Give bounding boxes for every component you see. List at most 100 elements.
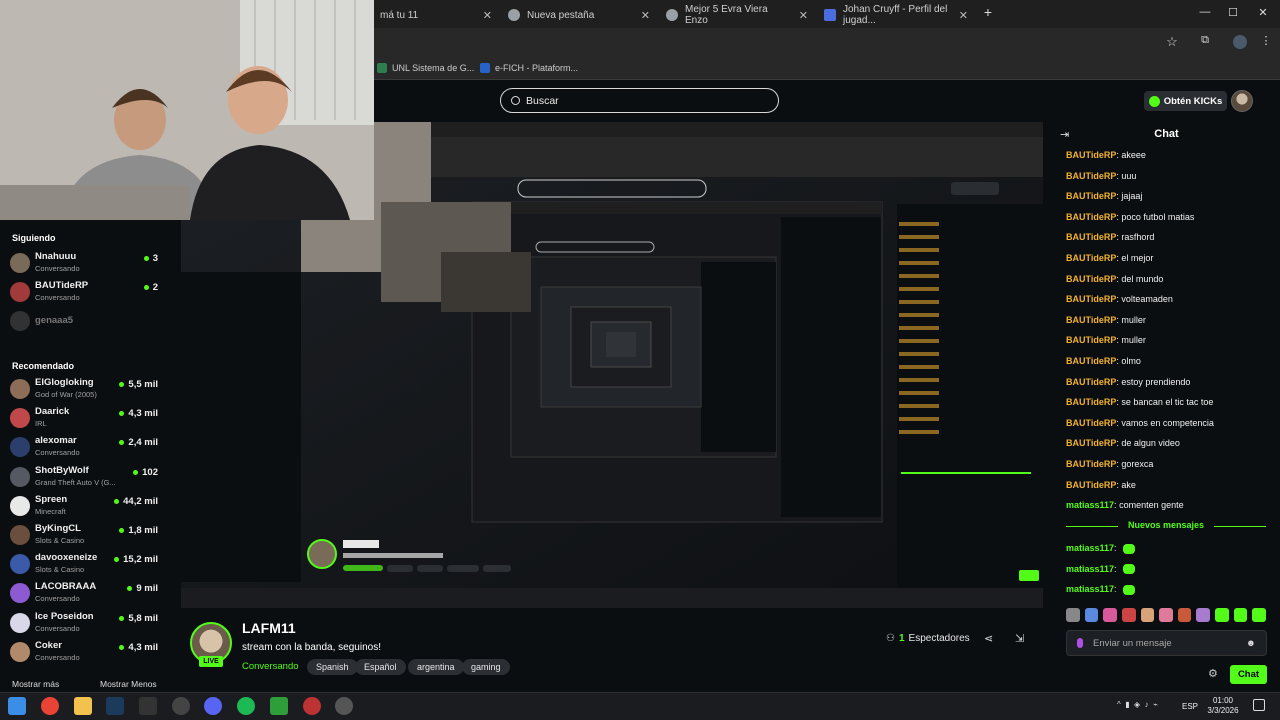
chat-username[interactable]: BAUTideRP bbox=[1066, 335, 1116, 345]
sidebar-channel[interactable]: Coker Conversando 4,3 mil bbox=[10, 639, 162, 667]
plus-icon[interactable]: + bbox=[976, 4, 1000, 20]
discord-icon[interactable] bbox=[204, 697, 222, 715]
minimize-icon[interactable]: — bbox=[1193, 6, 1217, 18]
sidebar-channel[interactable]: Nnahuuu Conversando 3 bbox=[10, 250, 162, 278]
sidebar-channel[interactable]: alexomar Conversando 2,4 mil bbox=[10, 434, 162, 462]
chat-username[interactable]: BAUTideRP bbox=[1066, 480, 1116, 490]
chat-username[interactable]: BAUTideRP bbox=[1066, 294, 1116, 304]
show-more-link[interactable]: Mostrar más bbox=[12, 679, 59, 689]
sidebar-channel[interactable]: LACOBRAAA Conversando 9 mil bbox=[10, 580, 162, 608]
user-avatar[interactable] bbox=[1231, 90, 1253, 112]
close-icon[interactable]: ✕ bbox=[793, 9, 808, 22]
show-less-link[interactable]: Mostrar Menos bbox=[100, 679, 157, 689]
channel-name: genaaa5 bbox=[35, 315, 74, 326]
chat-username[interactable]: BAUTideRP bbox=[1066, 274, 1116, 284]
taskbar-clock[interactable]: 01:00 3/3/2026 bbox=[1200, 696, 1246, 716]
browser-tab[interactable]: Mejor 5 Evra Viera Enzo ✕ bbox=[658, 4, 816, 26]
chat-username[interactable]: BAUTideRP bbox=[1066, 315, 1116, 325]
chat-username[interactable]: BAUTideRP bbox=[1066, 397, 1116, 407]
steam-icon[interactable] bbox=[106, 697, 124, 715]
menu-icon[interactable]: ⋮ bbox=[1254, 34, 1278, 47]
emote-icon[interactable] bbox=[1252, 608, 1267, 622]
star-icon[interactable]: ☆ bbox=[1160, 34, 1184, 50]
search-input[interactable]: Buscar bbox=[500, 88, 779, 113]
maximize-icon[interactable]: ☐ bbox=[1221, 6, 1245, 19]
chat-username[interactable]: BAUTideRP bbox=[1066, 418, 1116, 428]
emote-icon[interactable] bbox=[1121, 608, 1136, 622]
spotify-icon[interactable] bbox=[237, 697, 255, 715]
chat-username[interactable]: BAUTideRP bbox=[1066, 171, 1116, 181]
windows-start-icon[interactable] bbox=[8, 697, 26, 715]
viewer-label: Espectadores bbox=[908, 633, 970, 644]
browser-tab[interactable]: Nueva pestaña ✕ bbox=[500, 4, 658, 26]
app-icon[interactable] bbox=[172, 697, 190, 715]
bookmark[interactable]: e-FICH - Plataform... bbox=[480, 60, 578, 76]
emote-icon[interactable] bbox=[1215, 608, 1229, 622]
emote-icon[interactable] bbox=[1140, 608, 1155, 622]
sidebar-channel[interactable]: Ice Poseidon Conversando 5,8 mil bbox=[10, 610, 162, 638]
tag-argentina[interactable]: argentina bbox=[408, 659, 464, 675]
emoji-icon[interactable]: ☻ bbox=[1246, 638, 1256, 649]
close-window-icon[interactable]: ✕ bbox=[1251, 6, 1275, 19]
chrome-icon[interactable] bbox=[41, 697, 59, 715]
extensions-icon[interactable]: ⧉ bbox=[1193, 34, 1217, 47]
emote-icon[interactable] bbox=[1066, 608, 1080, 622]
app-icon[interactable] bbox=[139, 697, 157, 715]
emote-icon[interactable] bbox=[1196, 608, 1211, 622]
streamer-name[interactable]: LAFM11 bbox=[242, 620, 296, 636]
close-icon[interactable]: ✕ bbox=[953, 9, 968, 22]
chat-username[interactable]: matiass117 bbox=[1066, 543, 1114, 553]
chat-username[interactable]: BAUTideRP bbox=[1066, 438, 1116, 448]
tag-spanish[interactable]: Spanish bbox=[307, 659, 358, 675]
chat-username[interactable]: BAUTideRP bbox=[1066, 356, 1116, 366]
emote-icon[interactable] bbox=[1233, 608, 1248, 622]
close-icon[interactable]: ✕ bbox=[635, 9, 650, 22]
browser-tab[interactable]: Johan Cruyff - Perfil del jugad... ✕ bbox=[816, 4, 976, 26]
emote-icon[interactable] bbox=[1084, 608, 1099, 622]
chat-username[interactable]: matiass117 bbox=[1066, 564, 1114, 574]
sidebar-channel[interactable]: davooxeneize Slots & Casino 15,2 mil bbox=[10, 551, 162, 579]
share-icon[interactable]: ⋖ bbox=[984, 632, 993, 645]
stream-category[interactable]: Conversando bbox=[242, 661, 299, 672]
chat-username[interactable]: matiass117 bbox=[1066, 584, 1114, 594]
sidebar-channel[interactable]: ByKingCL Slots & Casino 1,8 mil bbox=[10, 522, 162, 550]
theater-mode-icon[interactable]: ⇲ bbox=[1015, 632, 1024, 645]
chat-username[interactable]: BAUTideRP bbox=[1066, 232, 1116, 242]
gear-icon[interactable]: ⚙ bbox=[1208, 667, 1218, 680]
chat-input[interactable]: Enviar un mensaje ☻ bbox=[1066, 630, 1267, 656]
notifications-icon[interactable] bbox=[1253, 699, 1265, 711]
chat-username[interactable]: BAUTideRP bbox=[1066, 150, 1116, 160]
send-chat-button[interactable]: Chat bbox=[1230, 665, 1267, 684]
tag-gaming[interactable]: gaming bbox=[462, 659, 510, 675]
system-tray[interactable]: ^ ▮ ◈ ♪ ⌁ bbox=[1117, 700, 1158, 709]
profile-icon[interactable] bbox=[1233, 35, 1247, 49]
emote-icon[interactable] bbox=[1103, 608, 1117, 622]
viewer-count-value: 4,3 mil bbox=[128, 641, 158, 653]
obs-icon[interactable] bbox=[335, 697, 353, 715]
close-icon[interactable]: ✕ bbox=[477, 9, 492, 22]
chat-username[interactable]: BAUTideRP bbox=[1066, 253, 1116, 263]
emote-icon[interactable] bbox=[1177, 608, 1192, 622]
sidebar-channel[interactable]: Spreen Minecraft 44,2 mil bbox=[10, 493, 162, 521]
chat-username[interactable]: BAUTideRP bbox=[1066, 191, 1116, 201]
sidebar-channel[interactable]: ShotByWolf Grand Theft Auto V (G... 102 bbox=[10, 464, 162, 492]
sidebar-channel[interactable]: ElGlogloking God of War (2005) 5,5 mil bbox=[10, 376, 162, 404]
chat-text: el mejor bbox=[1121, 253, 1154, 263]
app-icon[interactable] bbox=[303, 697, 321, 715]
bookmark[interactable]: UNL Sistema de G... bbox=[377, 60, 474, 76]
tag-espanol[interactable]: Español bbox=[355, 659, 406, 675]
microphone-icon[interactable] bbox=[1077, 638, 1083, 648]
chat-username[interactable]: BAUTideRP bbox=[1066, 459, 1116, 469]
minecraft-icon[interactable] bbox=[270, 697, 288, 715]
chat-username[interactable]: matiass117 bbox=[1066, 500, 1114, 510]
chat-username[interactable]: BAUTideRP bbox=[1066, 212, 1116, 222]
browser-tab[interactable]: má tu 11 ✕ bbox=[372, 4, 500, 26]
file-explorer-icon[interactable] bbox=[74, 697, 92, 715]
language-indicator[interactable]: ESP bbox=[1182, 702, 1198, 711]
sidebar-channel[interactable]: Daarick IRL 4,3 mil bbox=[10, 405, 162, 433]
sidebar-channel[interactable]: BAUTideRP Conversando 2 bbox=[10, 279, 162, 307]
chat-username[interactable]: BAUTideRP bbox=[1066, 377, 1116, 387]
emote-icon[interactable] bbox=[1159, 608, 1173, 622]
get-kicks-button[interactable]: Obtén KICKs bbox=[1144, 91, 1227, 111]
sidebar-channel[interactable]: genaaa5 bbox=[10, 308, 162, 336]
